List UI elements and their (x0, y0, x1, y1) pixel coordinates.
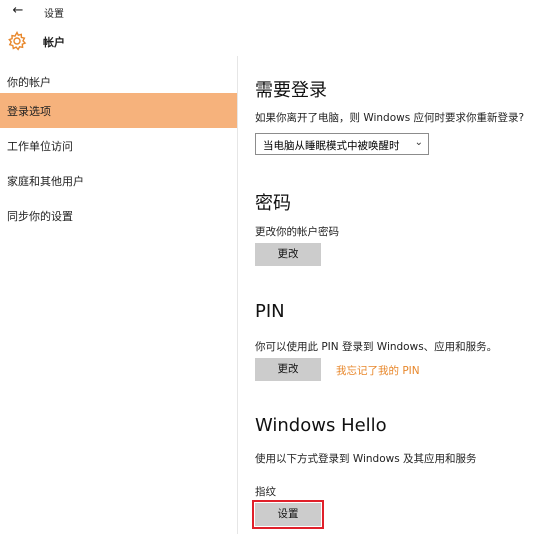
forgot-pin-link[interactable]: 我忘记了我的 PIN (336, 363, 420, 378)
title-bar: ← 设置 帐户 (0, 0, 550, 64)
window-title: 设置 (44, 9, 64, 20)
page-title: 帐户 (43, 36, 65, 49)
section-heading-require-signin: 需要登录 (255, 80, 327, 101)
sidebar-item-label: 登录选项 (7, 105, 51, 118)
require-signin-dropdown[interactable]: 当电脑从睡眠模式中被唤醒时 ⌄ (255, 133, 429, 155)
section-heading-pin: PIN (255, 301, 285, 322)
main-content: 需要登录 如果你离开了电脑，则 Windows 应何时要求你重新登录? 当电脑从… (238, 56, 550, 534)
back-arrow-icon[interactable]: ← (10, 3, 26, 19)
dropdown-value: 当电脑从睡眠模式中被唤醒时 (263, 140, 400, 152)
sidebar-item-label: 你的帐户 (7, 76, 51, 89)
sidebar-item-sync-settings[interactable]: 同步你的设置 (0, 198, 237, 233)
highlight-box (252, 500, 324, 529)
section-heading-windows-hello: Windows Hello (255, 415, 387, 436)
require-signin-description: 如果你离开了电脑，则 Windows 应何时要求你重新登录? (255, 112, 525, 124)
sidebar-item-work-access[interactable]: 工作单位访问 (0, 128, 237, 163)
fingerprint-label: 指纹 (255, 486, 276, 498)
change-password-button[interactable]: 更改 (255, 243, 321, 266)
windows-hello-description: 使用以下方式登录到 Windows 及其应用和服务 (255, 453, 477, 465)
pin-description: 你可以使用此 PIN 登录到 Windows、应用和服务。 (255, 341, 498, 353)
sidebar: 你的帐户 登录选项 工作单位访问 家庭和其他用户 同步你的设置 (0, 64, 237, 534)
password-description: 更改你的帐户密码 (255, 226, 339, 238)
sidebar-item-label: 工作单位访问 (7, 140, 73, 153)
change-pin-button[interactable]: 更改 (255, 358, 321, 381)
sidebar-item-label: 家庭和其他用户 (7, 175, 84, 188)
section-heading-password: 密码 (255, 193, 291, 214)
sidebar-item-signin-options[interactable]: 登录选项 (0, 93, 237, 128)
gear-icon (8, 31, 27, 51)
sidebar-item-family-other-users[interactable]: 家庭和其他用户 (0, 163, 237, 198)
chevron-down-icon: ⌄ (414, 137, 423, 148)
sidebar-item-label: 同步你的设置 (7, 210, 73, 223)
